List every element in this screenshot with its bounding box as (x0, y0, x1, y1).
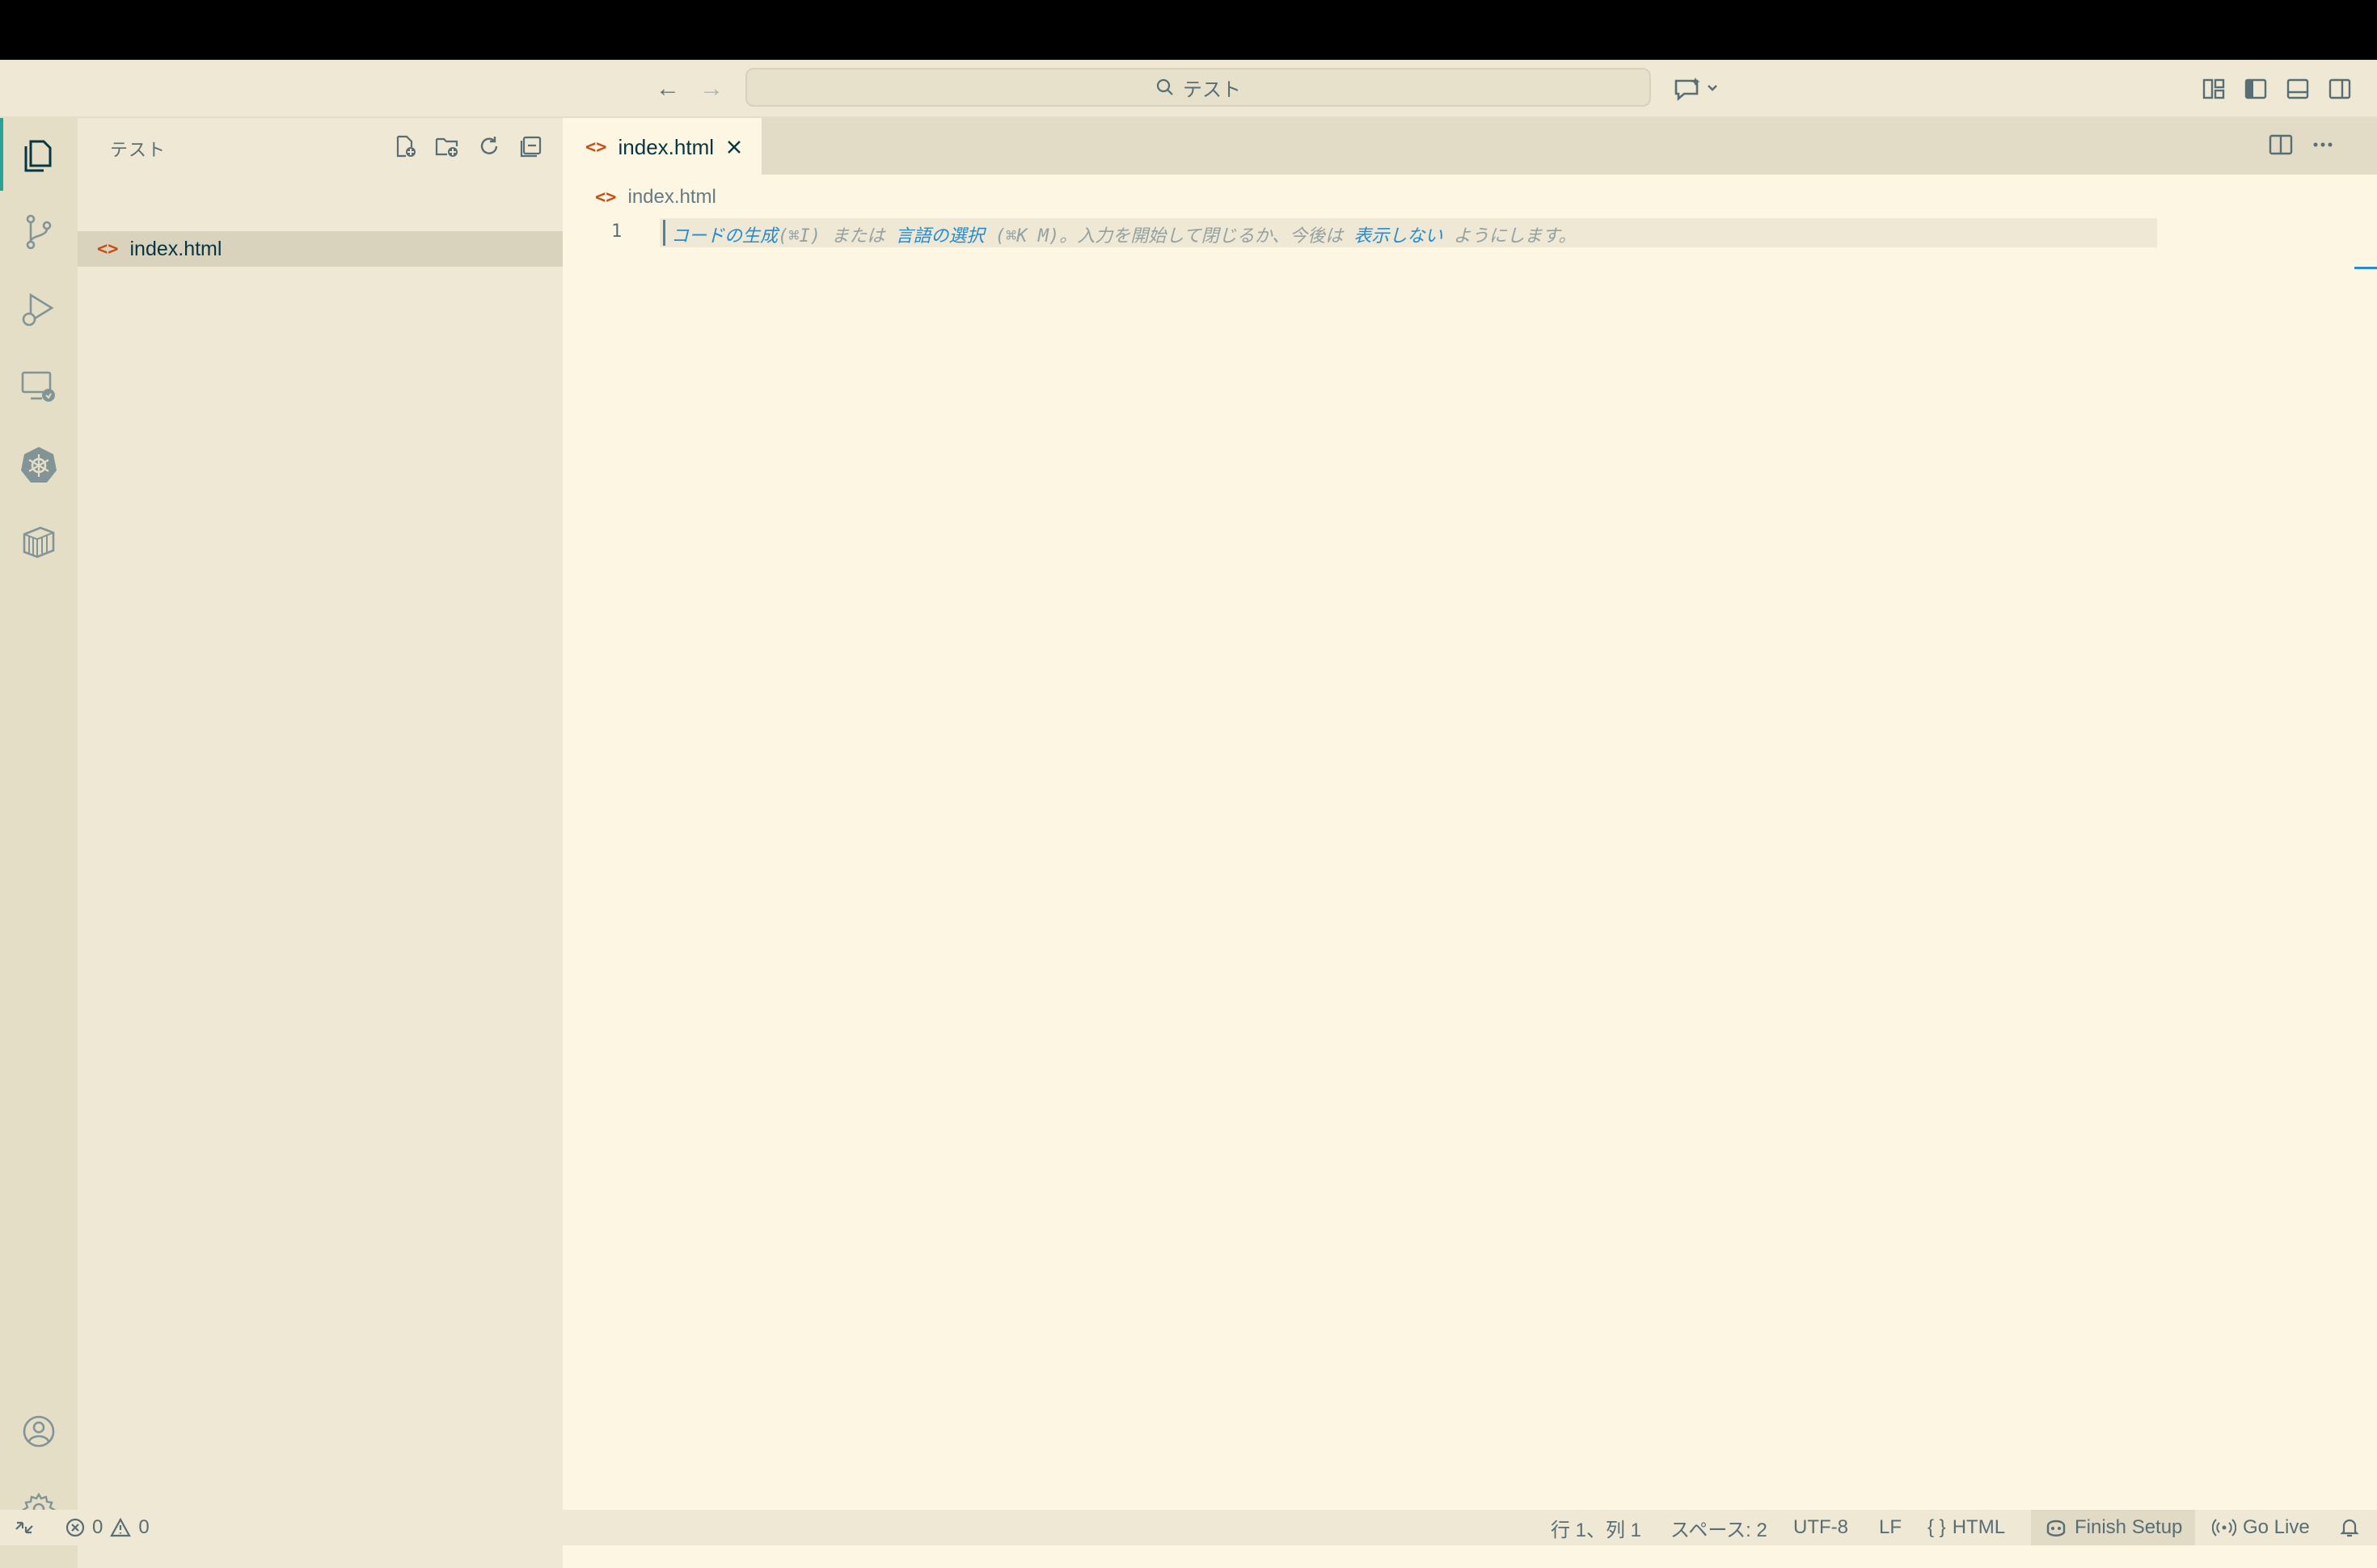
more-actions-icon[interactable] (2309, 131, 2337, 158)
go-live-label: Go Live (2243, 1516, 2310, 1538)
breadcrumb[interactable]: <> index.html (595, 186, 716, 209)
toggle-secondary-sidebar-icon[interactable] (2322, 71, 2358, 107)
copilot-icon (2044, 1516, 2068, 1539)
html-file-icon: <> (595, 187, 617, 208)
run-and-debug-icon[interactable] (0, 273, 78, 346)
tab-index-html[interactable]: <> index.html (563, 118, 762, 175)
text-cursor (663, 220, 665, 246)
vscode-window: ← → テスト テスト <> index.html <> index.html … (0, 60, 2377, 1568)
explorer-toolbar (390, 131, 547, 162)
html-file-icon: <> (97, 238, 119, 259)
warning-icon (109, 1517, 132, 1538)
line-number: 1 (611, 221, 623, 242)
command-center-search[interactable]: テスト (745, 68, 1651, 107)
accounts-icon[interactable] (0, 1395, 78, 1468)
braces-icon: { } (1927, 1516, 1946, 1538)
minimap-cursor-marker (2354, 267, 2377, 269)
explorer-icon[interactable] (0, 118, 78, 191)
error-icon (65, 1517, 86, 1538)
new-folder-icon[interactable] (432, 131, 462, 162)
source-control-icon[interactable] (0, 196, 78, 268)
forward-button[interactable]: → (695, 73, 728, 105)
breadcrumb-file[interactable]: index.html (628, 186, 716, 209)
explorer-folder-title: テスト (110, 140, 167, 160)
broadcast-icon (2212, 1517, 2236, 1538)
containers-icon[interactable] (0, 506, 78, 579)
toggle-primary-sidebar-icon[interactable] (2238, 71, 2274, 107)
editor-tabs: <> index.html (563, 118, 2377, 175)
hint-dont-show-link[interactable]: 表示しない (1353, 226, 1442, 247)
search-icon (1155, 78, 1175, 97)
copilot-chat-button[interactable] (1669, 71, 1725, 107)
hint-text: (⌘I) または (778, 226, 896, 247)
explorer-sidebar: テスト <> index.html (78, 118, 563, 1568)
new-file-icon[interactable] (390, 131, 420, 162)
notifications-bell-icon[interactable] (2338, 1510, 2361, 1545)
hint-text: (⌘K M)。入力を開始して閉じるか、今後は (984, 226, 1354, 247)
close-tab-icon[interactable] (725, 138, 743, 156)
editor-area[interactable]: <> index.html 1 コードの生成(⌘I) または 言語の選択 (⌘K… (563, 175, 2377, 1568)
warning-count: 0 (138, 1516, 150, 1538)
status-bar: 0 0 行 1、列 1 スペース: 2 UTF-8 LF { } HTML Fi… (0, 1510, 2377, 1545)
html-file-icon: <> (585, 137, 607, 158)
file-tree-item[interactable]: <> index.html (78, 231, 563, 267)
empty-editor-hint: コードの生成(⌘I) または 言語の選択 (⌘K M)。入力を開始して閉じるか、… (671, 221, 1576, 247)
language-label: HTML (1952, 1516, 2006, 1538)
refresh-icon[interactable] (474, 131, 505, 162)
finish-setup-label: Finish Setup (2075, 1516, 2183, 1538)
split-editor-icon[interactable] (2267, 131, 2295, 158)
indentation-setting[interactable]: スペース: 2 (1670, 1510, 1767, 1545)
hint-select-language-link[interactable]: 言語の選択 (896, 226, 985, 247)
activity-bar (0, 118, 78, 1568)
file-name: index.html (129, 237, 222, 260)
title-bar: ← → テスト (0, 60, 2377, 118)
finish-setup-button[interactable]: Finish Setup (2031, 1510, 2196, 1545)
problems-indicator[interactable]: 0 0 (65, 1510, 150, 1545)
remote-explorer-icon[interactable] (0, 351, 78, 424)
eol-setting[interactable]: LF (1879, 1510, 1902, 1545)
hint-generate-code-link[interactable]: コードの生成 (671, 226, 778, 247)
remote-indicator[interactable] (13, 1510, 36, 1545)
back-button[interactable]: ← (652, 73, 684, 105)
language-mode[interactable]: { } HTML (1927, 1510, 2005, 1545)
customize-layout-icon[interactable] (2196, 71, 2231, 107)
cursor-position[interactable]: 行 1、列 1 (1551, 1510, 1641, 1545)
search-text: テスト (1183, 78, 1241, 101)
kubernetes-icon[interactable] (0, 428, 78, 501)
collapse-all-icon[interactable] (516, 131, 547, 162)
tab-label: index.html (618, 134, 715, 159)
go-live-button[interactable]: Go Live (2212, 1510, 2310, 1545)
toggle-panel-icon[interactable] (2280, 71, 2316, 107)
encoding-setting[interactable]: UTF-8 (1793, 1510, 1848, 1545)
error-count: 0 (92, 1516, 103, 1538)
hint-text: ようにします。 (1442, 226, 1577, 247)
